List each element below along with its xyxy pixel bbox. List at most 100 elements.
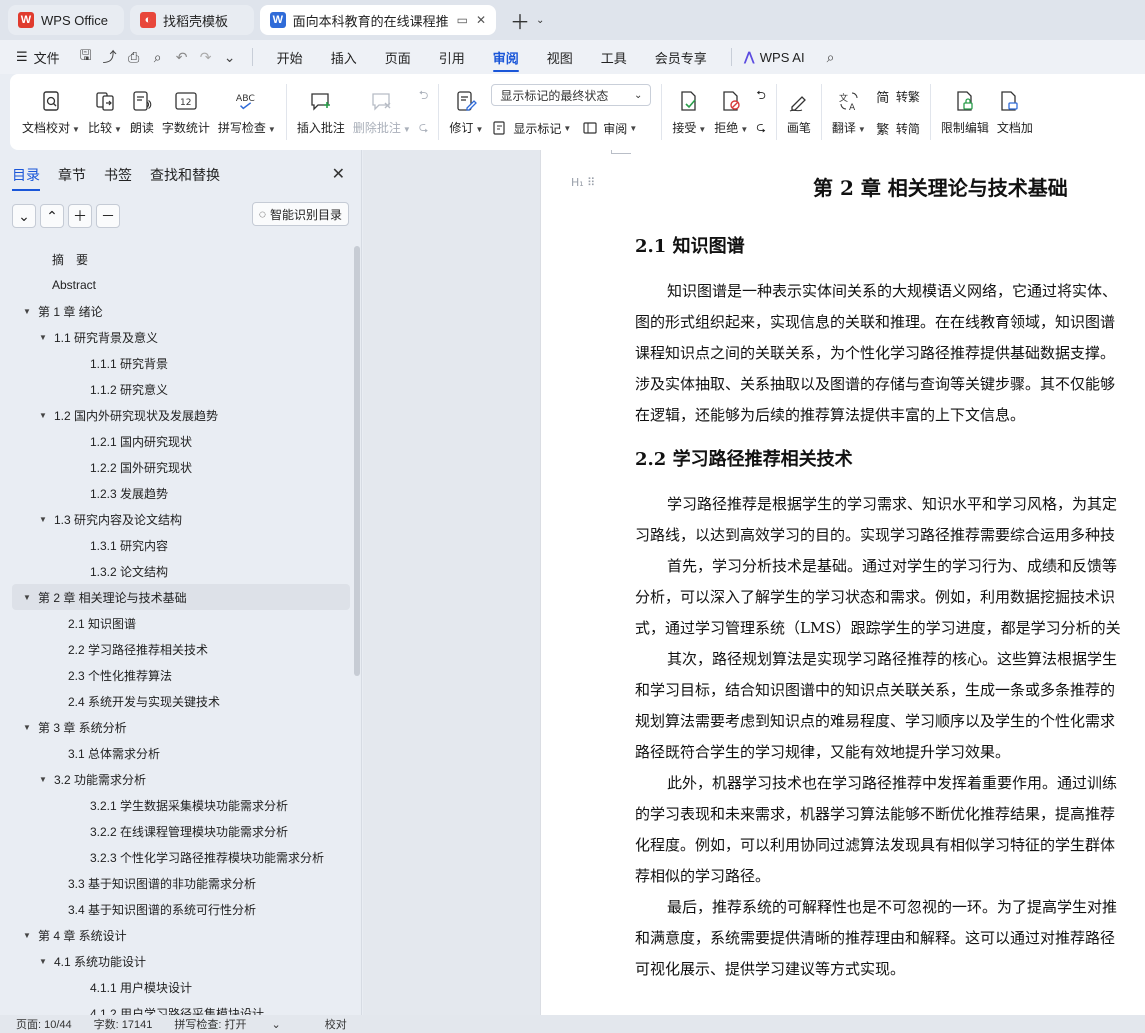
menu-item-reference[interactable]: 引用 [425,40,479,74]
toc-scrollbar[interactable] [354,246,360,676]
toc-item[interactable]: 1.2.1 国内研究现状 [12,428,350,454]
read-aloud-button[interactable]: 朗读 [130,80,154,144]
proofread-status[interactable]: 校对 [325,1016,347,1032]
word-count-button[interactable]: 12 字数统计 [162,80,210,144]
toc-item[interactable]: ▼ 4.1 系统功能设计 [12,948,350,974]
close-pane-icon[interactable]: ✕ [332,164,345,184]
new-tab-icon[interactable]: ＋ [510,6,530,35]
tab-current-document[interactable]: W 面向本科教育的在线课程推荐 ▭ ✕ [260,5,496,35]
previous-comment-icon[interactable]: ⮌ [419,84,429,108]
wps-ai-button[interactable]: ⋀ WPS AI [742,40,819,74]
toc-item[interactable]: 1.3.1 研究内容 [12,532,350,558]
heading-drag-handle-icon[interactable]: H₁ ⠿ [571,176,595,189]
toc-item[interactable]: 3.2.1 学生数据采集模块功能需求分析 [12,792,350,818]
menu-item-review[interactable]: 审阅 [479,40,533,74]
toc-item[interactable]: 1.2.3 发展趋势 [12,480,350,506]
to-simplified-button[interactable]: 繁 转简 [874,116,920,140]
close-tab-icon[interactable]: ✕ [476,13,486,27]
compare-button[interactable]: 比较 ▼ [88,80,122,144]
collapse-arrow-icon[interactable]: ▼ [36,333,50,342]
chevron-down-icon[interactable]: ⌄ [536,15,544,26]
collapse-arrow-icon[interactable]: ▼ [20,723,34,732]
previous-change-icon[interactable]: ⮌ [756,84,766,108]
quick-access-more-icon[interactable]: ⌄ [218,40,242,74]
word-count-indicator[interactable]: 字数: 17141 [94,1016,153,1032]
toc-item[interactable]: 2.2 学习路径推荐相关技术 [12,636,350,662]
toc-item[interactable]: ▼ 第 3 章 系统分析 [12,714,350,740]
demote-level-icon[interactable]: ⌄ [12,204,36,228]
menu-item-page[interactable]: 页面 [371,40,425,74]
toc-item[interactable]: ▼ 1.1 研究背景及意义 [12,324,350,350]
toc-item[interactable]: 2.3 个性化推荐算法 [12,662,350,688]
spell-check-status[interactable]: 拼写检查: 打开 ⌄ [174,1016,302,1032]
toc-item[interactable]: ▼ 第 1 章 绪论 [12,298,350,324]
track-changes-button[interactable]: 修订 ▼ [449,80,483,144]
toc-item[interactable]: ▼ 1.2 国内外研究现状及发展趋势 [12,402,350,428]
collapse-arrow-icon[interactable]: ▼ [36,957,50,966]
collapse-arrow-icon[interactable]: ▼ [20,931,34,940]
toc-item[interactable]: 摘 要 [12,246,350,272]
review-pane-button[interactable]: 审阅 ▼ [581,116,637,140]
promote-level-icon[interactable]: ⌃ [40,204,64,228]
restrict-edit-button[interactable]: 限制编辑 [941,80,989,144]
collapse-arrow-icon[interactable]: ▼ [20,593,34,602]
toc-item[interactable]: 1.1.1 研究背景 [12,350,350,376]
toc-item[interactable]: 1.3.2 论文结构 [12,558,350,584]
page-indicator[interactable]: 页面: 10/44 [16,1016,72,1032]
share-icon[interactable]: ⤴ [98,40,122,74]
redo-icon[interactable]: ↷ [194,40,218,74]
toc-item[interactable]: Abstract [12,272,350,298]
pen-button[interactable]: 画笔 [787,80,811,144]
undo-icon[interactable]: ↶ [170,40,194,74]
translate-button[interactable]: 文A 翻译 ▼ [832,80,866,144]
toc-item[interactable]: 3.1 总体需求分析 [12,740,350,766]
toc-item[interactable]: 3.2.2 在线课程管理模块功能需求分析 [12,818,350,844]
toc-item[interactable]: 4.1.1 用户模块设计 [12,974,350,1000]
toc-item[interactable]: 3.3 基于知识图谱的非功能需求分析 [12,870,350,896]
toc-item[interactable]: ▼ 第 2 章 相关理论与技术基础 [12,584,350,610]
toc-item[interactable]: 3.4 基于知识图谱的系统可行性分析 [12,896,350,922]
menu-item-start[interactable]: 开始 [263,40,317,74]
toc-item[interactable]: 1.2.2 国外研究现状 [12,454,350,480]
nav-tab-toc[interactable]: 目录 [12,153,40,193]
print-preview-icon[interactable]: ⌕ [146,40,170,74]
screen-icon[interactable]: ▭ [457,13,468,27]
doc-encrypt-button[interactable]: 文档加 [997,80,1033,144]
next-comment-icon[interactable]: ⮎ [419,116,429,140]
menu-item-insert[interactable]: 插入 [317,40,371,74]
nav-tab-sections[interactable]: 章节 [58,153,86,193]
show-markup-button[interactable]: 显示标记 ▼ [491,116,571,140]
toc-item[interactable]: 1.1.2 研究意义 [12,376,350,402]
save-icon[interactable]: 🖫 [74,40,98,74]
toc-item[interactable]: 4.1.2 用户学习路径采集模块设计 [12,1000,350,1016]
collapse-arrow-icon[interactable]: ▼ [20,307,34,316]
document-page[interactable]: 第 2 章 相关理论与技术基础 2.1 知识图谱 知识图谱是一种表示实体间关系的大… [540,150,1145,1015]
menu-item-view[interactable]: 视图 [533,40,587,74]
to-traditional-button[interactable]: 简 转繁 [874,84,920,108]
menu-file[interactable]: ☰ 文件 [0,40,74,74]
print-icon[interactable]: ⎙ [122,40,146,74]
collapse-arrow-icon[interactable]: ▼ [36,775,50,784]
collapse-arrow-icon[interactable]: ▼ [36,411,50,420]
smart-toc-button[interactable]: ◌ 智能识别目录 [251,202,349,226]
toc-item[interactable]: ▼ 第 4 章 系统设计 [12,922,350,948]
search-icon[interactable]: ⌕ [819,40,843,74]
accept-button[interactable]: 接受 ▼ [672,80,706,144]
tab-docer-templates[interactable]: ◐ 找稻壳模板 [130,5,254,35]
spell-check-button[interactable]: ABC 拼写检查 ▼ [218,80,276,144]
markup-state-select[interactable]: 显示标记的最终状态 ⌄ [491,84,652,106]
add-heading-icon[interactable]: ＋ [68,204,92,228]
menu-item-member[interactable]: 会员专享 [641,40,721,74]
toc-item[interactable]: ▼ 1.3 研究内容及论文结构 [12,506,350,532]
tab-wps-office[interactable]: W WPS Office [8,5,124,35]
toc-item[interactable]: ▼ 3.2 功能需求分析 [12,766,350,792]
remove-heading-icon[interactable]: － [96,204,120,228]
nav-tab-bookmarks[interactable]: 书签 [104,153,132,193]
reject-button[interactable]: 拒绝 ▼ [714,80,748,144]
insert-comment-button[interactable]: 插入批注 [297,80,345,144]
doc-check-button[interactable]: 文档校对 ▼ [22,80,80,144]
toc-item[interactable]: 3.2.3 个性化学习路径推荐模块功能需求分析 [12,844,350,870]
menu-item-tools[interactable]: 工具 [587,40,641,74]
next-change-icon[interactable]: ⮎ [756,116,766,140]
toc-item[interactable]: 2.4 系统开发与实现关键技术 [12,688,350,714]
